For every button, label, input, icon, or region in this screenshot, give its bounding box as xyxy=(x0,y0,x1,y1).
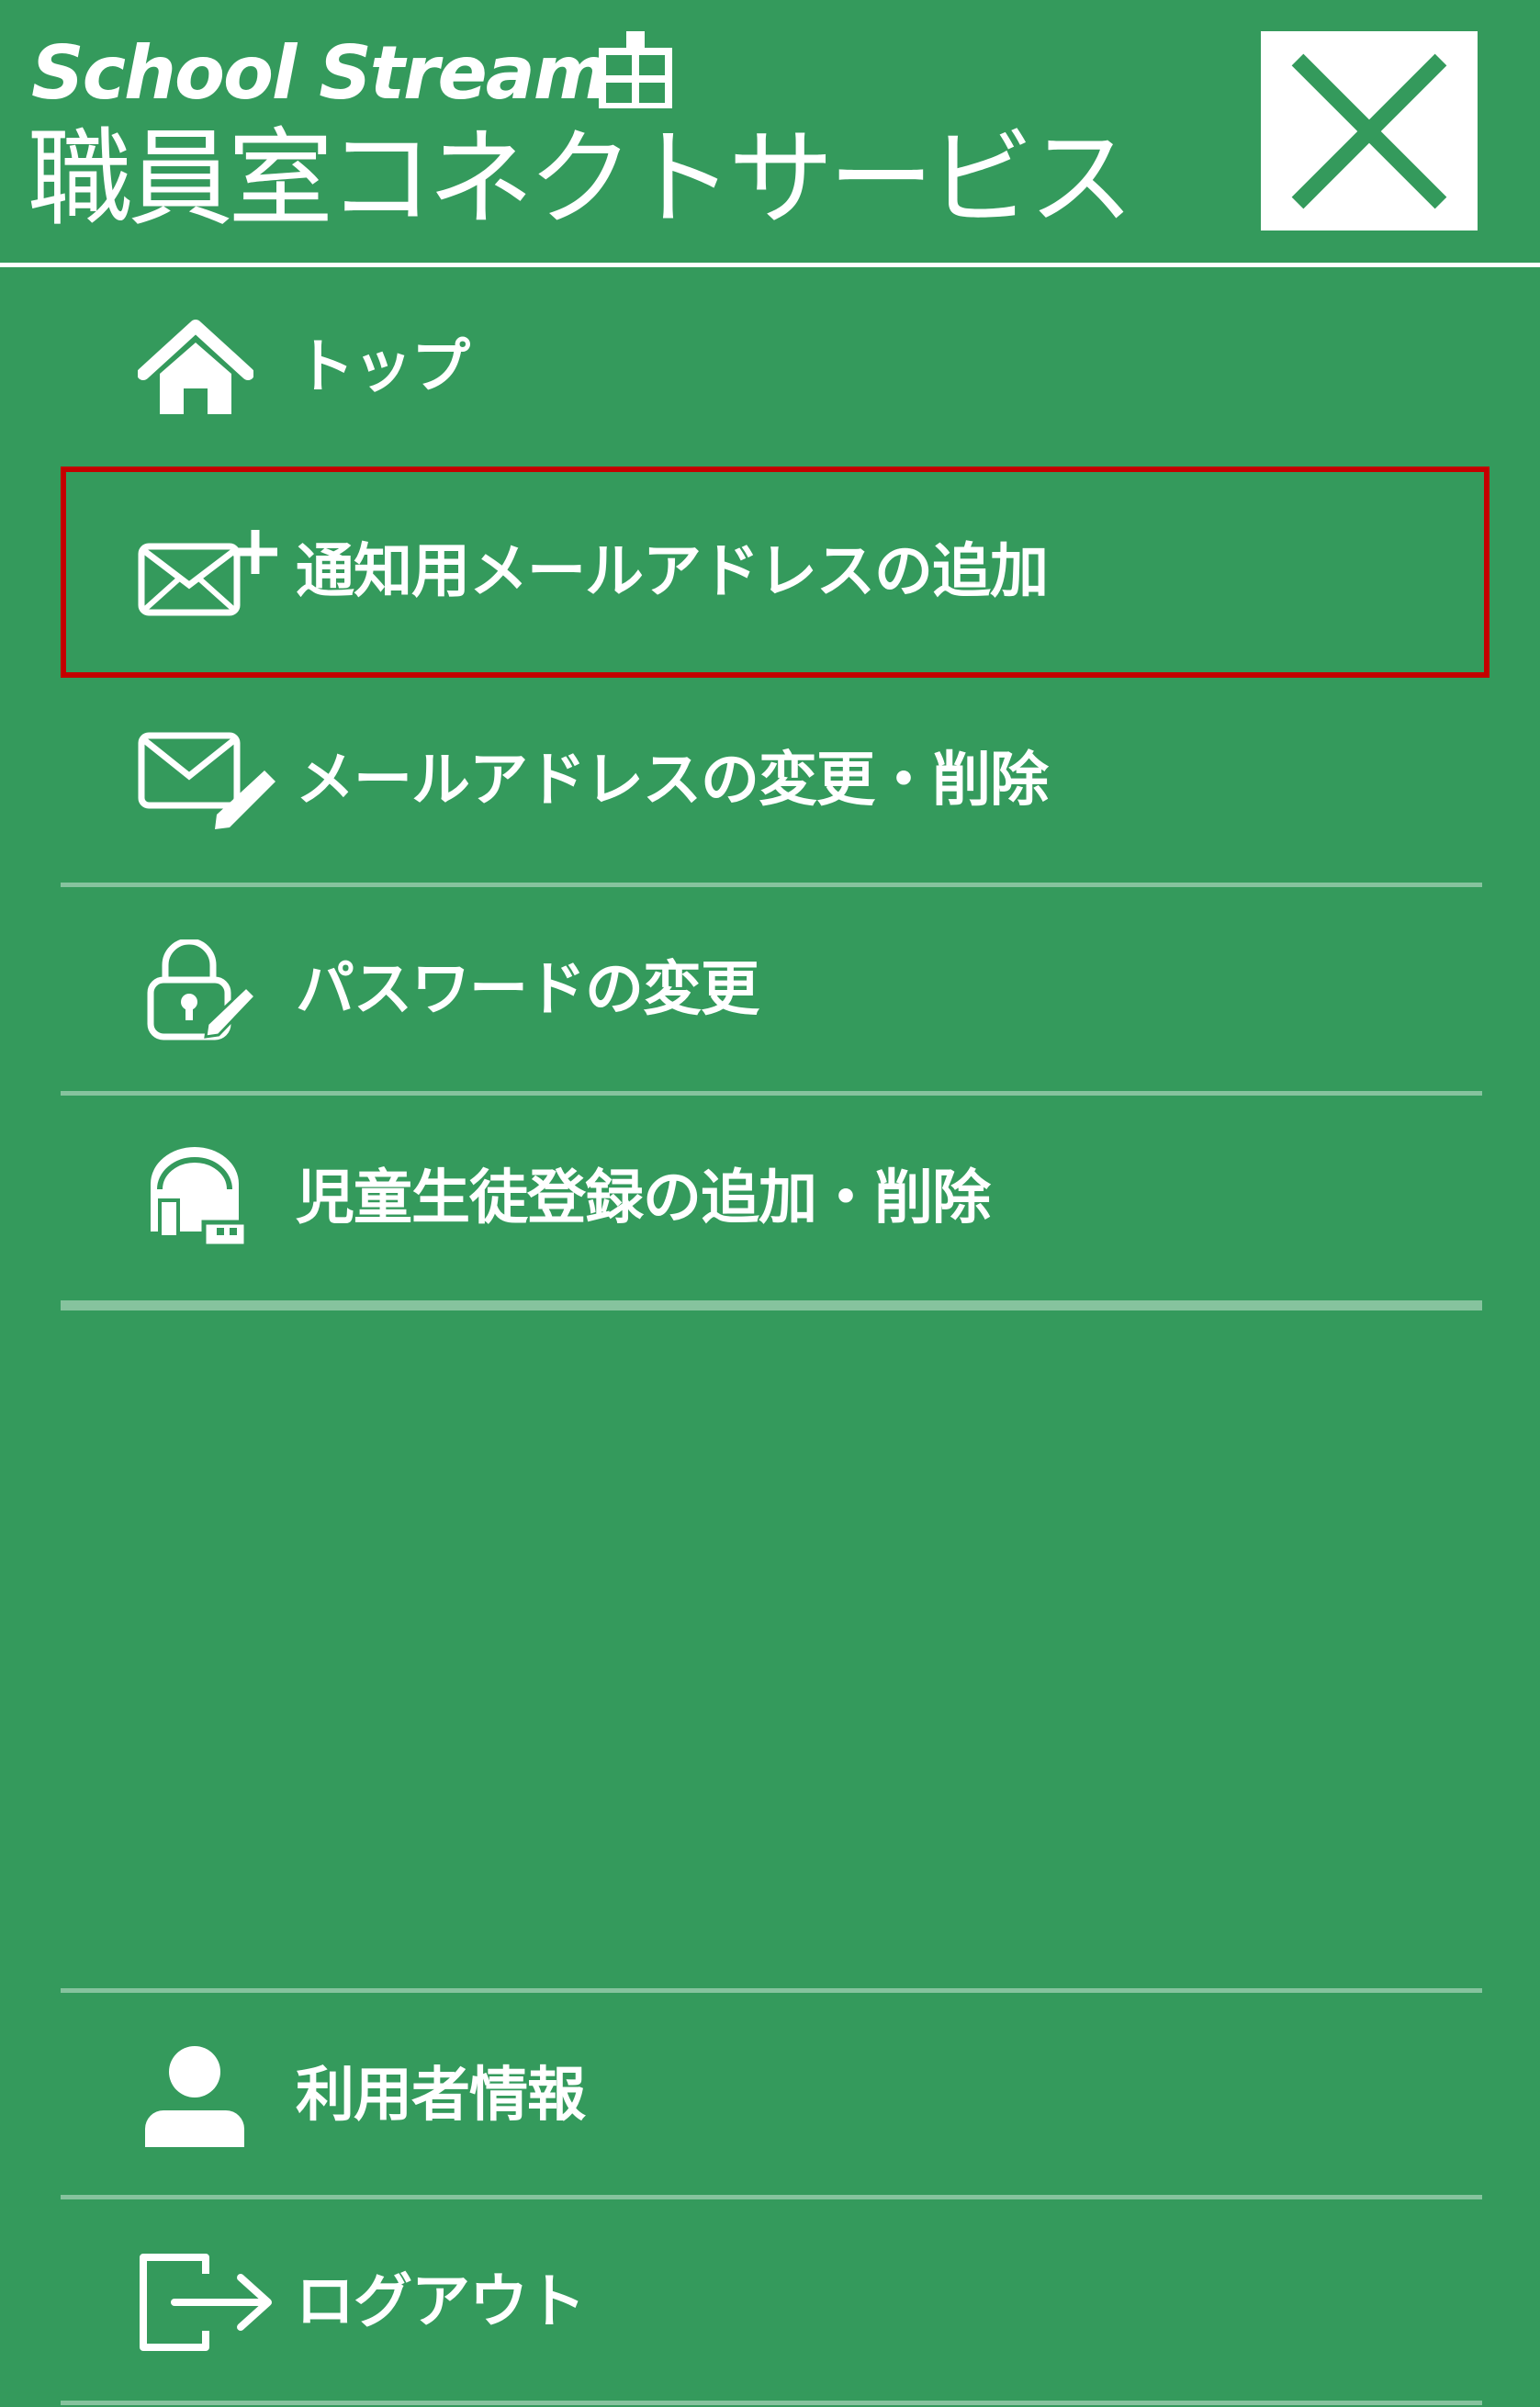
user-icon xyxy=(145,2046,244,2147)
menu-item-edit-email[interactable]: メールアドレスの変更・削除 xyxy=(61,678,1482,883)
mail-edit-icon xyxy=(138,732,275,829)
menu-item-student-registration[interactable]: 児童生徒登録の追加・削除 xyxy=(61,1096,1482,1301)
school-bag-icon xyxy=(151,1147,249,1249)
menu-item-add-email[interactable]: 通知用メールアドレスの追加 xyxy=(61,469,1482,675)
menu-label-user-info: 利用者情報 xyxy=(296,2062,586,2130)
menu-item-top[interactable]: トップ xyxy=(61,264,1482,470)
menu-item-logout[interactable]: ログアウト xyxy=(61,2199,1482,2405)
brand-logo-text: School Stream xyxy=(31,30,610,116)
app-header: School Stream 職員室コネクトサービス xyxy=(0,0,1540,263)
menu-label-edit-email: メールアドレスの変更・削除 xyxy=(296,747,1049,815)
menu-label-logout: ログアウト xyxy=(296,2268,586,2336)
menu-label-top: トップ xyxy=(296,333,470,401)
service-title: 職員室コネクトサービス xyxy=(28,118,1134,241)
home-icon xyxy=(138,320,253,414)
menu-separator xyxy=(61,2401,1482,2405)
menu-separator xyxy=(61,1300,1482,1310)
menu-label-change-password: パスワードの変更 xyxy=(296,956,759,1024)
menu-label-student-registration: 児童生徒登録の追加・削除 xyxy=(296,1164,991,1232)
menu-item-user-info[interactable]: 利用者情報 xyxy=(61,1993,1482,2199)
mail-plus-icon xyxy=(138,530,277,616)
menu-label-add-email: 通知用メールアドレスの追加 xyxy=(296,538,1049,606)
building-icon xyxy=(599,31,672,108)
logout-icon xyxy=(140,2254,272,2351)
close-button[interactable] xyxy=(1261,31,1478,231)
menu-item-change-password[interactable]: パスワードの変更 xyxy=(61,887,1482,1093)
lock-edit-icon xyxy=(147,939,257,1040)
close-icon xyxy=(1291,53,1447,208)
